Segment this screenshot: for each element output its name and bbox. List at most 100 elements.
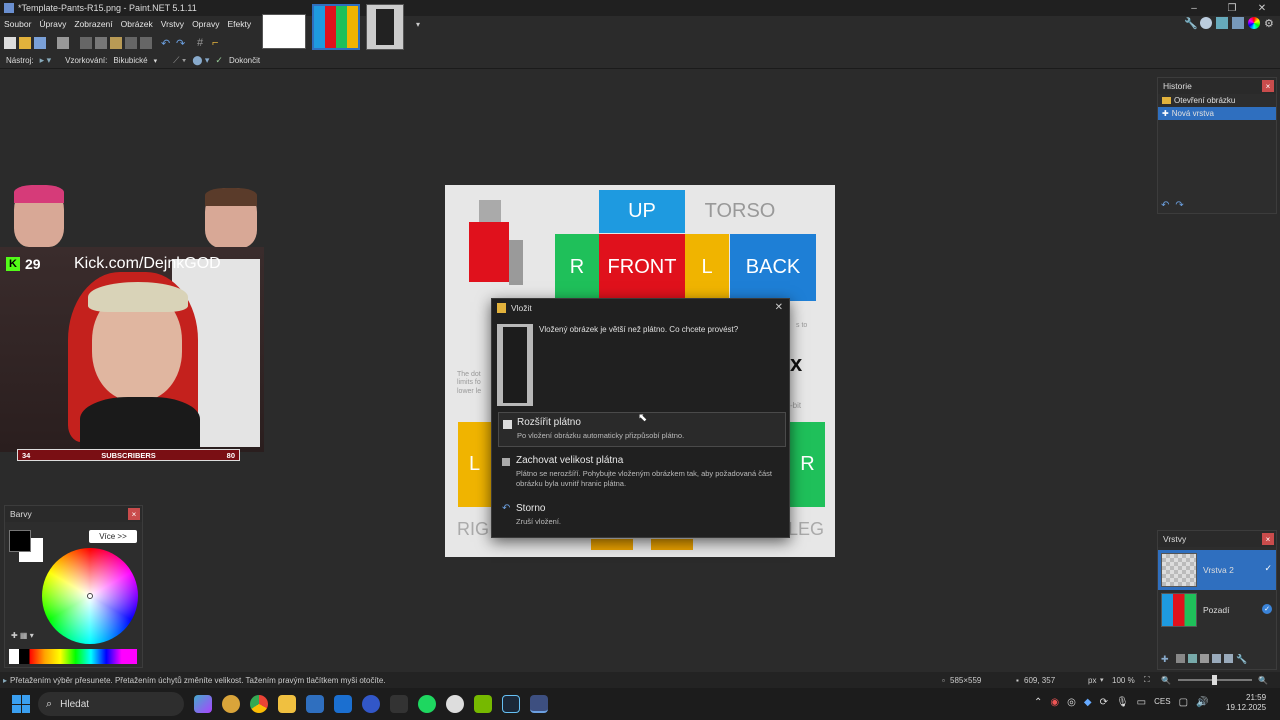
unit-select[interactable]: px [1088,676,1096,685]
crop-icon[interactable] [125,37,137,49]
menu-image[interactable]: Obrázek [117,16,157,33]
outlook-icon[interactable] [334,695,352,713]
history-close-icon[interactable]: × [1262,80,1274,92]
speaker-icon[interactable]: 🔊 [1196,697,1208,708]
history-toggle-icon[interactable] [1200,17,1212,29]
copy-icon[interactable] [95,37,107,49]
layer-down-icon[interactable] [1224,654,1233,663]
layers-close-icon[interactable]: × [1262,533,1274,545]
zoom-slider[interactable] [1178,675,1252,685]
delete-layer-icon[interactable] [1176,654,1185,663]
minimize-button[interactable]: – [1182,0,1206,16]
deselect-icon[interactable] [140,37,152,49]
tabs-dropdown-icon[interactable]: ▾ [416,20,420,29]
antialias-icon[interactable]: ⟋ ▾ [173,55,186,66]
layer-properties-icon[interactable]: 🔧 [1236,654,1248,666]
tools-icon[interactable]: 🔧 [1184,17,1198,30]
zoom-in-icon[interactable]: 🔍 [1258,676,1268,685]
color-palette[interactable] [9,649,137,664]
paste-icon[interactable] [110,37,122,49]
taskbar-search[interactable]: ⌕ Hledat [38,692,184,716]
spotify-icon[interactable] [418,695,436,713]
dialog-close-icon[interactable]: ✕ [775,302,783,313]
color-wheel[interactable] [42,548,138,644]
obs-icon[interactable] [446,695,464,713]
tray-app-icon[interactable]: ◎ [1067,697,1076,708]
colors-toggle-icon[interactable] [1232,17,1244,29]
cut-icon[interactable] [80,37,92,49]
layer-visible-check-icon[interactable]: ✓ [1262,604,1272,614]
file-explorer-icon[interactable] [278,695,296,713]
layer-visible-check-icon[interactable]: ✓ [1264,563,1272,574]
browser-icon[interactable] [362,695,380,713]
app-icon[interactable] [222,695,240,713]
menu-adjustments[interactable]: Opravy [188,16,223,33]
menu-effects[interactable]: Efekty [223,16,255,33]
merge-layer-icon[interactable] [1200,654,1209,663]
chrome-icon[interactable] [250,695,268,713]
layer-row-selected[interactable]: Vrstva 2 ✓ [1158,550,1276,590]
print-icon[interactable] [57,37,69,49]
maximize-button[interactable]: ❐ [1220,0,1244,16]
display-icon[interactable]: ▢ [1179,697,1188,708]
image-tab-blank[interactable] [262,14,306,49]
finish-button[interactable]: Dokončit [229,56,260,65]
fit-window-icon[interactable]: ⛶ [1144,675,1150,685]
layer-up-icon[interactable] [1212,654,1221,663]
zoom-out-icon[interactable]: 🔍 [1161,676,1171,685]
keep-canvas-size-option[interactable]: Zachovat velikost plátna Plátno se neroz… [498,451,786,497]
steam-icon[interactable] [502,695,520,713]
image-tab-template[interactable] [312,4,360,50]
palette-icon[interactable] [1248,17,1260,29]
layers-toggle-icon[interactable] [1216,17,1228,29]
settings-icon[interactable]: ⚙ [1264,17,1276,30]
copilot-icon[interactable] [194,695,212,713]
nvidia-icon[interactable] [474,695,492,713]
ruler-icon[interactable]: ⌐ [212,37,224,49]
menu-layers[interactable]: Vrstvy [157,16,188,33]
undo-icon[interactable]: ↶ [161,37,173,50]
close-window-button[interactable]: ✕ [1250,0,1274,16]
tray-expand-icon[interactable]: ⌃ [1034,697,1042,708]
template-l2: L [458,422,491,507]
cancel-option[interactable]: ↶ Storno Zruší vložení. [498,499,786,532]
new-icon[interactable] [4,37,16,49]
history-undo-icon[interactable]: ↶ [1161,200,1169,211]
menu-file[interactable]: Soubor [0,16,35,33]
paintnet-icon[interactable] [530,695,548,713]
sampling-dropdown-icon[interactable]: ▾ [154,57,158,65]
tray-sync-icon[interactable]: ⟳ [1100,697,1108,708]
tray-app-icon[interactable]: ▭ [1137,697,1146,708]
grid-icon[interactable]: # [197,37,209,49]
store-icon[interactable] [306,695,324,713]
layer-row[interactable]: Pozadí ✓ [1158,590,1276,630]
redo-icon[interactable]: ↷ [176,37,188,50]
sampling-select[interactable]: Bikubické [113,56,147,65]
app-icon[interactable] [390,695,408,713]
zoom-value[interactable]: 100 % [1112,676,1135,685]
finish-check-icon[interactable]: ✓ [215,55,223,66]
save-icon[interactable] [34,37,46,49]
open-icon[interactable] [19,37,31,49]
image-tab-pants[interactable] [366,4,404,50]
history-item-selected[interactable]: ✚ Nová vrstva [1158,107,1276,120]
menu-edit[interactable]: Úpravy [35,16,70,33]
history-item[interactable]: Otevření obrázku [1158,94,1276,107]
palette-menu-icon[interactable]: ✚ ▦ ▾ [11,631,34,640]
tray-app-icon[interactable]: ◆ [1084,697,1092,708]
primary-color-swatch[interactable] [9,530,31,552]
colors-close-icon[interactable]: × [128,508,140,520]
history-redo-icon[interactable]: ↷ [1175,200,1183,211]
windows-start-icon[interactable] [12,695,30,713]
blend-icon[interactable]: ⬤ ▾ [192,55,209,66]
menu-view[interactable]: Zobrazení [70,16,116,33]
clock[interactable]: 21:59 19.12.2025 [1226,693,1266,714]
unit-dropdown-icon[interactable]: ▾ [1100,676,1104,684]
tray-app-icon[interactable]: ◉ [1050,697,1059,708]
microphone-icon[interactable]: 🎙 [1116,697,1129,708]
duplicate-layer-icon[interactable] [1188,654,1197,663]
language-indicator[interactable]: CES [1154,697,1170,708]
more-colors-button[interactable]: Více >> [89,530,137,543]
move-selection-tool-icon[interactable]: ▸ ▾ [40,55,52,66]
add-layer-icon[interactable]: ✚ [1161,654,1173,666]
